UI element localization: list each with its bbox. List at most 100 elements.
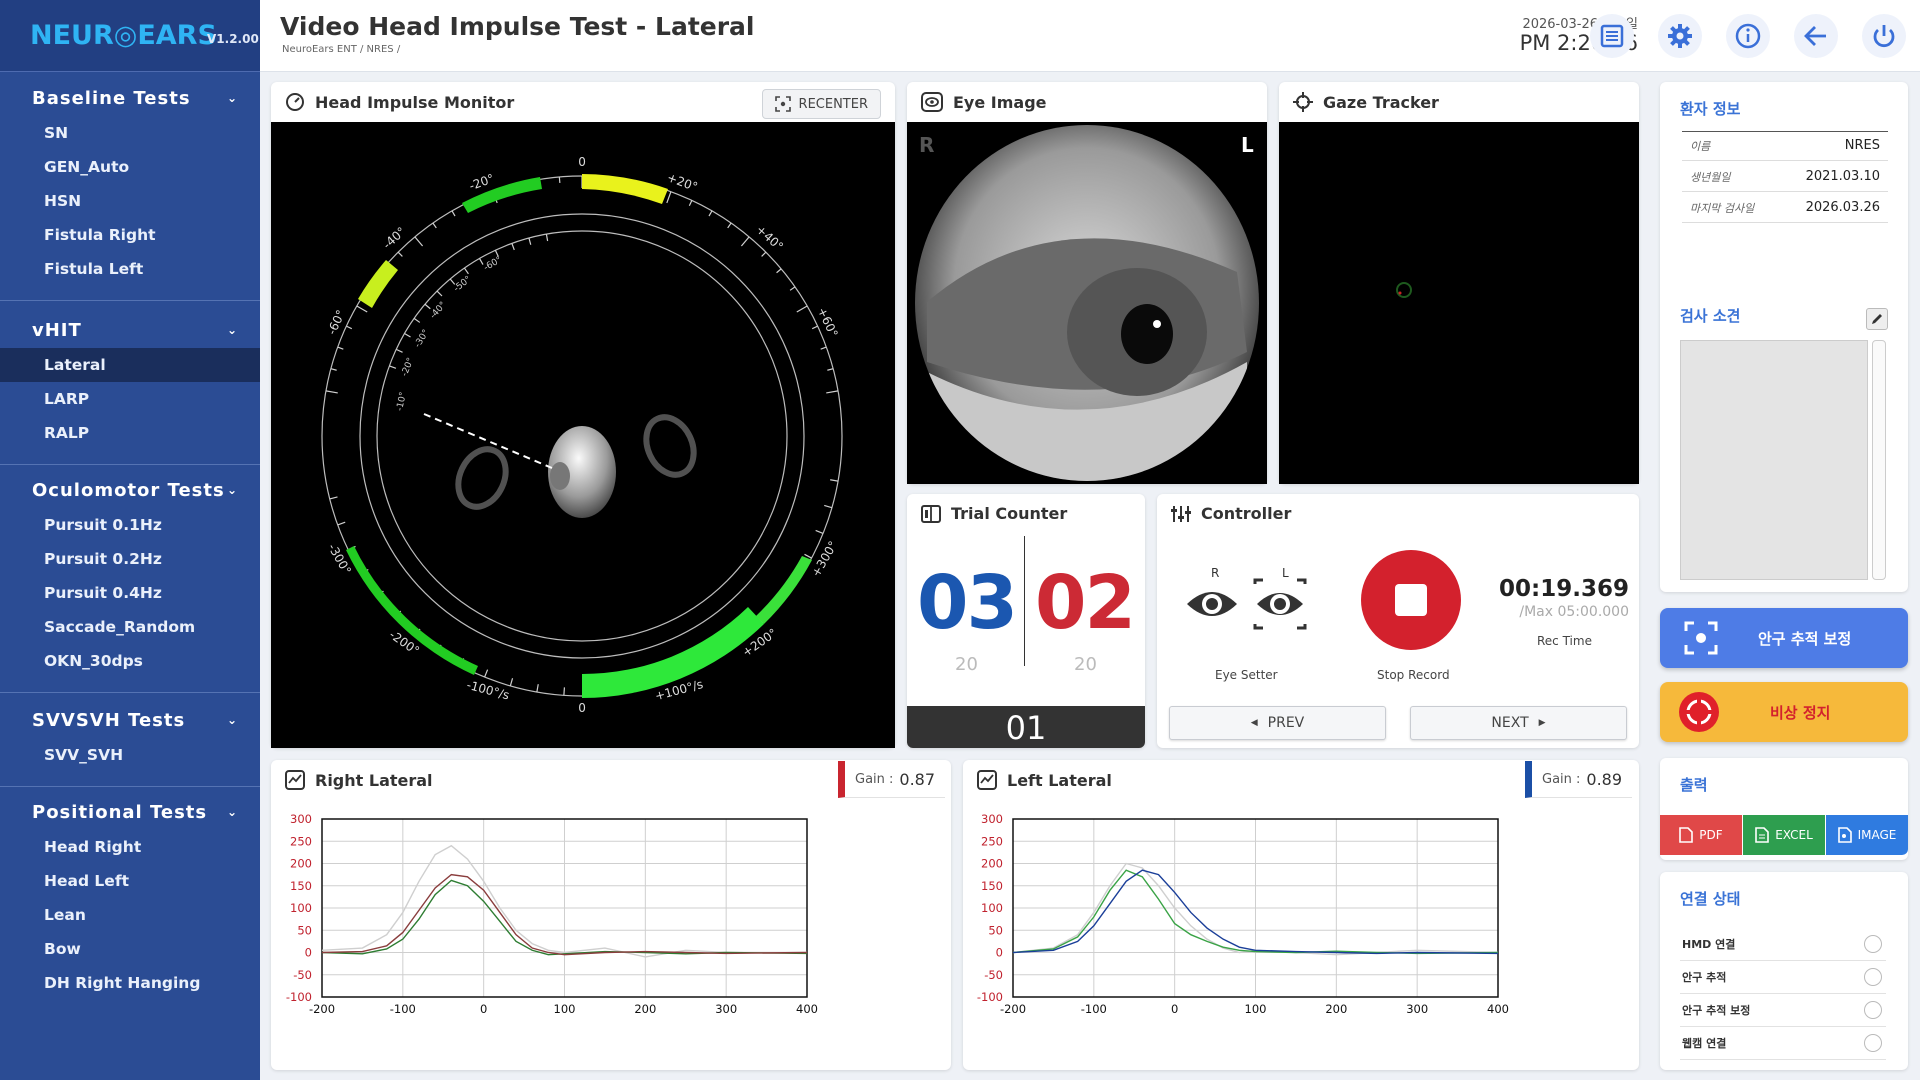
arc-bottom-right-green <box>756 556 812 624</box>
sidebar-section-header[interactable]: Baseline Tests ⌄ <box>0 80 260 116</box>
sidebar-divider <box>0 786 260 787</box>
eye-camera-icon <box>921 92 943 112</box>
y-tick-label: 100 <box>290 901 312 915</box>
sidebar-section-header[interactable]: Positional Tests ⌄ <box>0 794 260 830</box>
x-tick-label: -200 <box>1000 1002 1026 1016</box>
sidebar-item[interactable]: Pursuit 0.4Hz <box>0 576 260 610</box>
x-tick-label: 300 <box>1406 1002 1428 1016</box>
dial-tick <box>451 210 456 217</box>
sidebar-item[interactable]: Pursuit 0.1Hz <box>0 508 260 542</box>
sidebar-item[interactable]: RALP <box>0 416 260 450</box>
left-trial-total: 20 <box>1074 654 1097 675</box>
sidebar-item[interactable]: HSN <box>0 184 260 218</box>
status-indicator-icon <box>1864 1001 1882 1019</box>
dial-label-p60: +60° <box>815 305 841 339</box>
x-tick-label: 100 <box>554 1002 576 1016</box>
y-tick-label: 300 <box>290 812 312 826</box>
header: Video Head Impulse Test - Lateral NeuroE… <box>260 0 1920 72</box>
dial-tick <box>509 678 514 687</box>
eye-tag-r: R <box>919 133 934 157</box>
export-image-button[interactable]: IMAGE <box>1826 815 1908 855</box>
dial-tick <box>414 236 424 247</box>
sidebar-section-header[interactable]: Oculomotor Tests ⌄ <box>0 472 260 508</box>
next-button[interactable]: NEXT ▶ <box>1410 706 1627 740</box>
sidebar-item[interactable]: Head Right <box>0 830 260 864</box>
dial-inner-tick <box>545 234 549 242</box>
dial-inner-tick <box>413 317 421 323</box>
page-title: Video Head Impulse Test - Lateral <box>280 12 755 41</box>
export-pdf-button[interactable]: PDF <box>1660 815 1742 855</box>
export-excel-button[interactable]: EXCEL <box>1743 815 1825 855</box>
eye-setter-icon <box>1187 578 1307 630</box>
sidebar-item[interactable]: Bow <box>0 932 260 966</box>
next-label: NEXT <box>1491 715 1529 731</box>
list-button[interactable] <box>1590 14 1634 58</box>
patient-info-value: NRES <box>1844 138 1880 153</box>
dial-tick <box>330 368 337 371</box>
settings-button[interactable] <box>1658 14 1702 58</box>
sidebar-item[interactable]: OKN_30dps <box>0 644 260 678</box>
left-gain-value: 0.89 <box>1586 769 1623 789</box>
x-tick-label: -100 <box>1081 1002 1107 1016</box>
sidebar-item[interactable]: LARP <box>0 382 260 416</box>
chevron-down-icon: ⌄ <box>226 91 238 105</box>
trial-counter-panel: Trial Counter 03 02 20 20 01 <box>907 494 1145 748</box>
sidebar-item[interactable]: SVV_SVH <box>0 738 260 772</box>
patient-info-row: 마지막 검사일 2026.03.26 <box>1682 193 1888 223</box>
stop-record-label: Stop Record <box>1377 668 1450 682</box>
y-tick-label: -50 <box>984 968 1003 982</box>
recenter-button[interactable]: RECENTER <box>761 89 881 119</box>
sidebar-item[interactable]: Fistula Right <box>0 218 260 252</box>
sidebar-item[interactable]: SN <box>0 116 260 150</box>
excel-icon <box>1755 827 1770 843</box>
dial-inner-i30: -30° <box>413 328 432 350</box>
sidebar-item[interactable]: DH Right Hanging <box>0 966 260 1000</box>
back-button[interactable] <box>1794 14 1838 58</box>
sidebar-item[interactable]: Lateral <box>0 348 260 382</box>
left-trial-count: 02 <box>1035 560 1136 646</box>
dial-inner-tick <box>424 303 431 310</box>
dial-tick <box>708 210 713 217</box>
y-tick-label: 200 <box>290 857 312 871</box>
trial-divider <box>1024 536 1025 666</box>
prev-button[interactable]: ◀ PREV <box>1169 706 1386 740</box>
dial-inner-tick <box>463 267 469 275</box>
current-trial: 01 <box>907 706 1145 748</box>
dial-tick <box>337 346 344 350</box>
connection-row: HMD 연결 <box>1680 928 1886 961</box>
connection-label: HMD 연결 <box>1682 938 1736 951</box>
emergency-stop-button[interactable]: 비상 정지 <box>1660 682 1908 742</box>
dial-inner-i50: -50° <box>452 275 473 295</box>
exam-notes-textarea[interactable] <box>1680 340 1868 580</box>
stop-record-button[interactable] <box>1361 550 1461 650</box>
y-tick-label: 50 <box>988 923 1003 937</box>
trial-counter-header: Trial Counter <box>921 504 1067 523</box>
dial-tick <box>811 325 818 330</box>
edit-notes-button[interactable] <box>1866 308 1888 330</box>
sidebar-item[interactable]: Fistula Left <box>0 252 260 286</box>
y-tick-label: 300 <box>981 812 1003 826</box>
sidebar: NEUR◎EARS V1.2.00 Baseline Tests ⌄ SN GEN_A… <box>0 0 260 1080</box>
dial-tick <box>325 390 338 394</box>
dial-tick <box>346 325 353 330</box>
sidebar-section-header[interactable]: SVVSVH Tests ⌄ <box>0 702 260 738</box>
sidebar-item[interactable]: GEN_Auto <box>0 150 260 184</box>
power-button[interactable] <box>1862 14 1906 58</box>
dial-inner-tick <box>436 290 443 297</box>
sidebar-item[interactable]: Head Left <box>0 864 260 898</box>
y-tick-label: 50 <box>297 923 312 937</box>
sidebar-item[interactable]: Lean <box>0 898 260 932</box>
sidebar-section-title: Positional Tests <box>32 801 208 823</box>
notes-scrollbar[interactable] <box>1872 340 1886 580</box>
info-button[interactable] <box>1726 14 1770 58</box>
sidebar-section-header[interactable]: vHIT ⌄ <box>0 312 260 348</box>
eye-calibration-button[interactable]: 안구 추적 보정 <box>1660 608 1908 668</box>
eye-setter-button[interactable]: R L <box>1185 566 1325 630</box>
dial-tick <box>830 479 839 482</box>
pdf-icon <box>1679 827 1694 843</box>
y-tick-label: 250 <box>290 834 312 848</box>
dial-tick <box>820 346 827 350</box>
info-icon <box>1735 23 1761 49</box>
sidebar-item[interactable]: Saccade_Random <box>0 610 260 644</box>
sidebar-item[interactable]: Pursuit 0.2Hz <box>0 542 260 576</box>
